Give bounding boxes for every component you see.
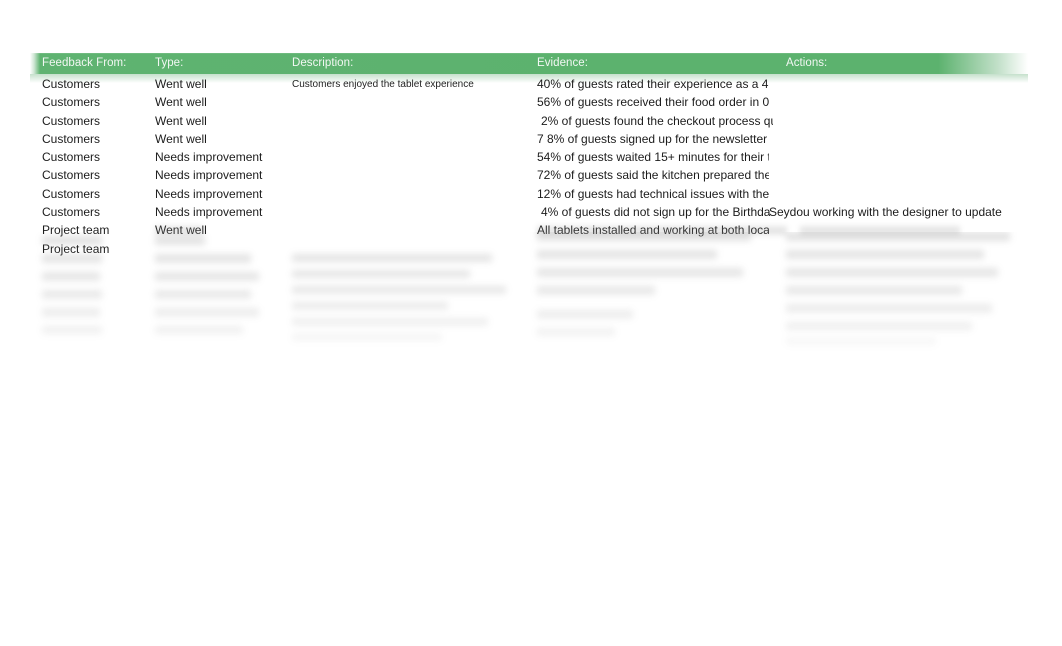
table-row: Customers Needs improvement 54% of guest… (0, 149, 1062, 167)
table-row: Customers Went well 7 8% of guests signe… (0, 131, 1062, 149)
cell-feedback-from: Customers (42, 150, 101, 165)
cell-evidence: 2% of guests found the checkout process … (541, 113, 773, 128)
cell-feedback-from: Project team (42, 223, 110, 238)
cell-type: Needs improvement (155, 168, 263, 183)
table-row: Customers Went well Customers enjoyed th… (0, 76, 1062, 94)
column-header-actions: Actions: (786, 57, 828, 69)
cell-type: Needs improvement (155, 205, 263, 220)
cell-evidence: 56% of guests received their food order … (537, 95, 769, 110)
cell-evidence: All tablets installed and working at bot… (537, 223, 769, 238)
cell-type: Needs improvement (155, 150, 263, 165)
table-row: Customers Went well 56% of guests receiv… (0, 94, 1062, 112)
table-row: Project team (0, 241, 1062, 259)
table-row: Project team Went well All tablets insta… (0, 222, 1062, 240)
column-header-evidence: Evidence: (537, 57, 588, 69)
cell-type: Went well (155, 77, 207, 91)
cell-evidence: 7 8% of guests signed up for the newslet… (537, 131, 769, 146)
column-header-description: Description: (292, 57, 354, 69)
cell-evidence: 4% of guests did not sign up for the Bir… (541, 205, 771, 220)
cell-feedback-from: Project team (42, 241, 110, 256)
cell-evidence: 12% of guests had technical issues with … (537, 186, 769, 201)
cell-feedback-from: Customers (42, 186, 101, 201)
cell-feedback-from: Customers (42, 77, 101, 91)
cell-type: Went well (155, 95, 207, 110)
cell-evidence: 54% of guests waited 15+ minutes for the… (537, 150, 769, 165)
retrospective-feedback-table: Feedback From: Type: Description: Eviden… (0, 0, 1062, 646)
cell-feedback-from: Customers (42, 205, 101, 220)
cell-type: Needs improvement (155, 186, 263, 201)
cell-feedback-from: Customers (42, 168, 101, 183)
cell-description: Customers enjoyed the tablet experience (292, 79, 474, 90)
table-row: Customers Needs improvement 12% of guest… (0, 186, 1062, 204)
table-row: Customers Needs improvement 4% of guests… (0, 204, 1062, 222)
cell-feedback-from: Customers (42, 131, 101, 146)
cell-type: Went well (155, 113, 207, 128)
cell-evidence: 40% of guests rated their experience as … (537, 77, 769, 91)
cell-feedback-from: Customers (42, 95, 101, 110)
table-row: Customers Needs improvement 72% of guest… (0, 167, 1062, 185)
cell-feedback-from: Customers (42, 113, 101, 128)
cell-type: Went well (155, 131, 207, 146)
cell-evidence: 72% of guests said the kitchen prepared … (537, 168, 769, 183)
column-header-type: Type: (155, 57, 184, 69)
cell-type: Went well (155, 223, 207, 238)
column-header-feedback-from: Feedback From: (42, 57, 127, 69)
table-body: Customers Went well Customers enjoyed th… (0, 76, 1062, 259)
cell-actions: Seydou working with the designer to upda… (769, 205, 1002, 220)
table-row: Customers Went well 2% of guests found t… (0, 113, 1062, 131)
